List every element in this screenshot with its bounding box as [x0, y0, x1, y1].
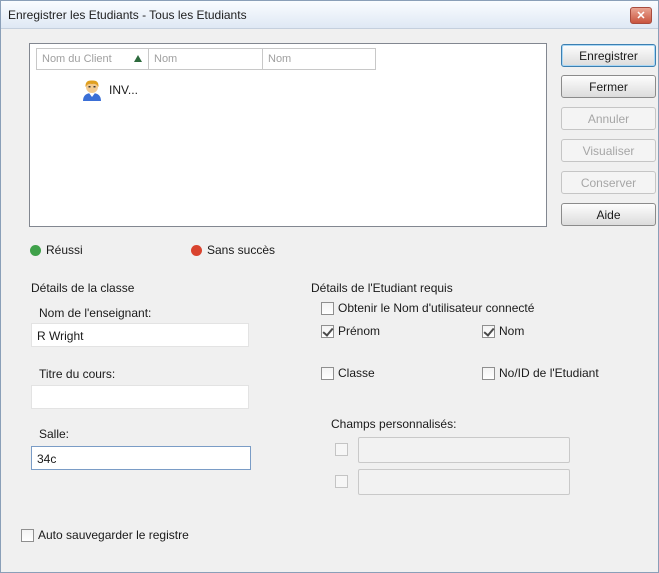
close-button-label: Fermer	[589, 79, 628, 94]
register-students-dialog: Enregistrer les Etudiants - Tous les Etu…	[0, 0, 659, 573]
student-id-checkbox[interactable]	[482, 367, 495, 380]
failure-icon	[191, 244, 202, 256]
list-header: Nom du Client Nom Nom	[36, 48, 376, 70]
title-bar: Enregistrer les Etudiants - Tous les Etu…	[1, 1, 658, 29]
class-details-heading: Détails de la classe	[31, 281, 135, 295]
close-icon: ✕	[636, 10, 646, 22]
room-label: Salle:	[39, 427, 70, 441]
get-login-checkbox[interactable]	[321, 302, 334, 315]
help-button-label: Aide	[596, 207, 621, 222]
column-header-name[interactable]: Nom	[148, 48, 262, 70]
teacher-name-value: R Wright	[37, 329, 84, 343]
custom-field-2-checkbox[interactable]	[335, 475, 348, 488]
get-login-label: Obtenir le Nom d'utilisateur connecté	[338, 301, 535, 315]
teacher-name-label: Nom de l'enseignant:	[39, 306, 152, 320]
list-item[interactable]: INV...	[80, 78, 138, 102]
column-header-label: Nom	[268, 53, 292, 65]
column-header-label: Nom	[154, 53, 178, 65]
student-list[interactable]: Nom du Client Nom Nom INV...	[29, 43, 547, 227]
legend-success: Réussi	[30, 243, 83, 257]
help-button[interactable]: Aide	[561, 203, 656, 226]
success-icon	[30, 244, 41, 256]
view-button[interactable]: Visualiser	[561, 139, 656, 162]
column-header-client-name[interactable]: Nom du Client	[36, 48, 148, 70]
save-button-label: Conserver	[580, 175, 637, 190]
first-name-label: Prénom	[338, 324, 381, 338]
autosave-label: Auto sauvegarder le registre	[38, 528, 189, 542]
save-button[interactable]: Conserver	[561, 171, 656, 194]
student-id-label: No/ID de l'Etudiant	[499, 366, 599, 380]
legend-fail: Sans succès	[191, 243, 275, 257]
column-header-surname[interactable]: Nom	[262, 48, 376, 70]
class-checkbox[interactable]	[321, 367, 334, 380]
column-header-label: Nom du Client	[42, 53, 112, 65]
last-name-label: Nom	[499, 324, 525, 338]
legend-success-label: Réussi	[46, 243, 83, 257]
register-button[interactable]: Enregistrer	[561, 44, 656, 67]
view-button-label: Visualiser	[582, 143, 635, 158]
room-value: 34c	[37, 452, 57, 466]
course-title-label: Titre du cours:	[39, 367, 116, 381]
register-button-label: Enregistrer	[579, 48, 638, 63]
student-icon	[83, 80, 101, 101]
close-window-button[interactable]: ✕	[630, 7, 652, 24]
close-button[interactable]: Fermer	[561, 75, 656, 98]
custom-field-1-input[interactable]	[358, 437, 570, 463]
custom-fields-label: Champs personnalisés:	[331, 417, 457, 431]
class-label: Classe	[338, 366, 375, 380]
cancel-button-label: Annuler	[587, 111, 630, 126]
window-title: Enregistrer les Etudiants - Tous les Etu…	[8, 8, 247, 22]
sort-ascending-icon	[134, 55, 142, 62]
custom-field-2-input[interactable]	[358, 469, 570, 495]
cancel-button[interactable]: Annuler	[561, 107, 656, 130]
legend-fail-label: Sans succès	[207, 243, 276, 257]
last-name-checkbox[interactable]	[482, 325, 495, 338]
student-details-heading: Détails de l'Etudiant requis	[311, 281, 453, 295]
custom-field-1-checkbox[interactable]	[335, 443, 348, 456]
first-name-checkbox[interactable]	[321, 325, 334, 338]
autosave-checkbox[interactable]	[21, 529, 34, 542]
student-name: INV...	[109, 83, 138, 97]
course-title-field[interactable]	[31, 385, 249, 409]
teacher-name-field[interactable]: R Wright	[31, 323, 249, 347]
room-field[interactable]: 34c	[31, 446, 251, 470]
